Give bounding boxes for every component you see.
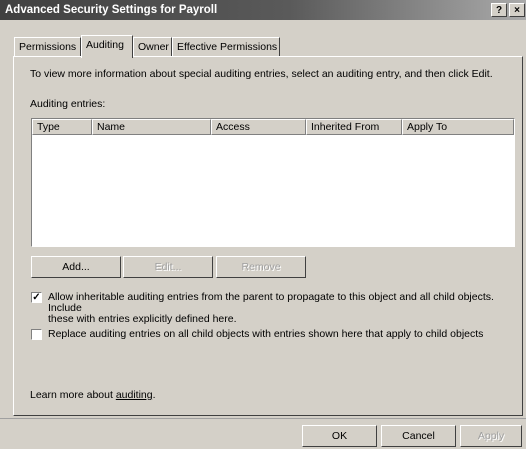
intro-text: To view more information about special a… (30, 68, 493, 80)
title-bar[interactable]: Advanced Security Settings for Payroll ?… (0, 0, 526, 20)
tab-permissions[interactable]: Permissions (14, 37, 81, 57)
replace-label[interactable]: Replace auditing entries on all child ob… (48, 329, 483, 340)
column-header-type[interactable]: Type (32, 119, 92, 135)
tab-owner[interactable]: Owner (133, 37, 172, 57)
footer-divider (0, 418, 526, 419)
inherit-label-line1: Allow inheritable auditing entries from … (48, 291, 494, 314)
column-header-name[interactable]: Name (92, 119, 211, 135)
close-button[interactable]: × (509, 3, 525, 17)
apply-button[interactable]: Apply (460, 425, 522, 447)
ok-button[interactable]: OK (302, 425, 377, 447)
check-icon: ✓ (32, 292, 41, 303)
learn-more-prefix: Learn more about (30, 389, 116, 401)
advanced-security-settings-dialog: Advanced Security Settings for Payroll ?… (0, 0, 526, 449)
column-header-access[interactable]: Access (211, 119, 306, 135)
inherit-label[interactable]: Allow inheritable auditing entries from … (48, 292, 522, 325)
replace-checkbox[interactable] (31, 329, 42, 340)
inherit-checkbox[interactable]: ✓ (31, 292, 42, 303)
cancel-button[interactable]: Cancel (381, 425, 456, 447)
help-button[interactable]: ? (491, 3, 507, 17)
tab-auditing[interactable]: Auditing (81, 35, 133, 58)
inherit-label-line2: these with entries explicitly defined he… (48, 313, 237, 325)
tab-effective-permissions[interactable]: Effective Permissions (172, 37, 280, 57)
column-header-inherited-from[interactable]: Inherited From (306, 119, 402, 135)
edit-button[interactable]: Edit... (123, 256, 213, 278)
learn-more-text: Learn more about auditing. (30, 389, 156, 401)
remove-button[interactable]: Remove (216, 256, 306, 278)
column-header-apply-to[interactable]: Apply To (402, 119, 514, 135)
auditing-help-link[interactable]: auditing (116, 389, 153, 401)
auditing-entries-list[interactable]: Type Name Access Inherited From Apply To (31, 118, 515, 247)
add-button[interactable]: Add... (31, 256, 121, 278)
learn-more-suffix: . (152, 389, 156, 401)
auditing-entries-label: Auditing entries: (30, 98, 106, 110)
window-title: Advanced Security Settings for Payroll (5, 4, 218, 16)
